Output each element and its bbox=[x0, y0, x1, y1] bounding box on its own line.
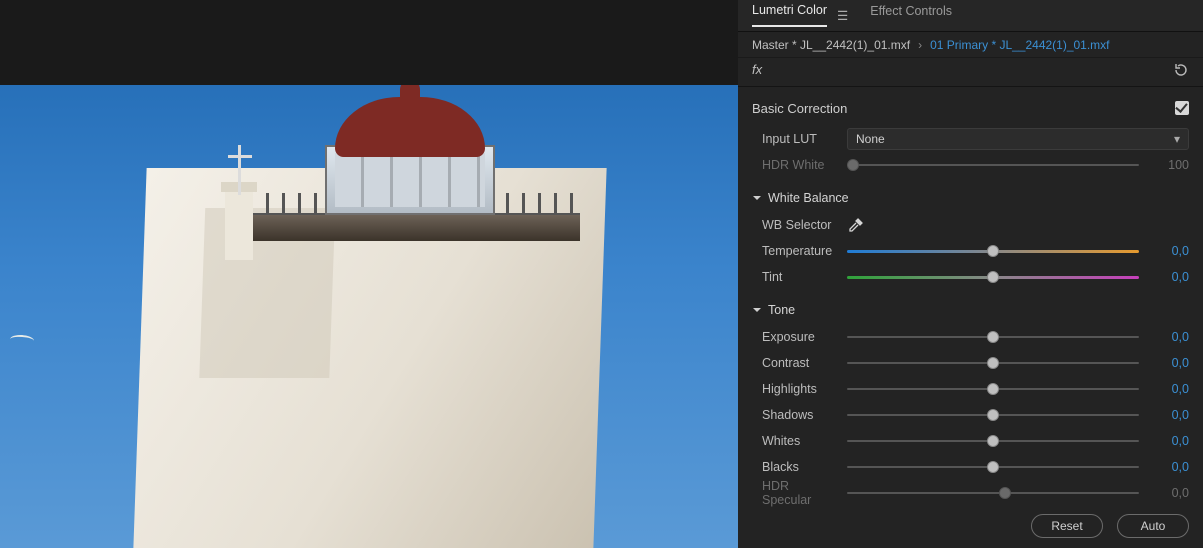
exposure-slider[interactable] bbox=[847, 328, 1139, 346]
reset-button[interactable]: Reset bbox=[1031, 514, 1103, 538]
disclosure-down-icon bbox=[752, 305, 762, 315]
hdrwhite-slider bbox=[847, 156, 1139, 174]
group-white-balance[interactable]: White Balance bbox=[752, 184, 1189, 212]
blacks-label: Blacks bbox=[752, 460, 837, 474]
disclosure-down-icon bbox=[752, 193, 762, 203]
section-basic-correction[interactable]: Basic Correction bbox=[752, 101, 847, 116]
reset-effect-icon[interactable] bbox=[1173, 62, 1189, 78]
fx-badge[interactable]: fx bbox=[752, 62, 762, 77]
inputlut-label: Input LUT bbox=[752, 132, 837, 146]
eyedropper-icon[interactable] bbox=[847, 216, 865, 234]
breadcrumb-master[interactable]: Master * JL__2442(1)_01.mxf bbox=[752, 38, 910, 52]
program-monitor bbox=[0, 0, 738, 548]
hdrwhite-value: 100 bbox=[1149, 158, 1189, 172]
tint-label: Tint bbox=[752, 270, 837, 284]
shadows-slider[interactable] bbox=[847, 406, 1139, 424]
temperature-slider[interactable] bbox=[847, 242, 1139, 260]
shadows-label: Shadows bbox=[752, 408, 837, 422]
exposure-value[interactable]: 0,0 bbox=[1149, 330, 1189, 344]
whites-value[interactable]: 0,0 bbox=[1149, 434, 1189, 448]
shadows-value[interactable]: 0,0 bbox=[1149, 408, 1189, 422]
auto-button[interactable]: Auto bbox=[1117, 514, 1189, 538]
hdrspecular-slider bbox=[847, 484, 1139, 502]
breadcrumb-clip[interactable]: 01 Primary * JL__2442(1)_01.mxf bbox=[930, 38, 1109, 52]
inputlut-value: None bbox=[856, 132, 885, 146]
hdrspecular-value: 0,0 bbox=[1149, 486, 1189, 500]
wbselector-label: WB Selector bbox=[752, 218, 837, 232]
clip-breadcrumb: Master * JL__2442(1)_01.mxf › 01 Primary… bbox=[738, 32, 1203, 58]
chevron-right-icon: › bbox=[918, 38, 922, 52]
tint-slider[interactable] bbox=[847, 268, 1139, 286]
contrast-value[interactable]: 0,0 bbox=[1149, 356, 1189, 370]
preview-image bbox=[0, 85, 738, 548]
contrast-label: Contrast bbox=[752, 356, 837, 370]
highlights-value[interactable]: 0,0 bbox=[1149, 382, 1189, 396]
exposure-label: Exposure bbox=[752, 330, 837, 344]
temperature-value[interactable]: 0,0 bbox=[1149, 244, 1189, 258]
tab-lumetri-color[interactable]: Lumetri Color bbox=[752, 3, 827, 27]
inputlut-dropdown[interactable]: None ▾ bbox=[847, 128, 1189, 150]
blacks-slider[interactable] bbox=[847, 458, 1139, 476]
hdrspecular-label: HDR Specular bbox=[752, 479, 837, 507]
whites-label: Whites bbox=[752, 434, 837, 448]
panel-tabs: Lumetri Color ☰ Effect Controls bbox=[738, 0, 1203, 32]
highlights-label: Highlights bbox=[752, 382, 837, 396]
chevron-down-icon: ▾ bbox=[1174, 132, 1180, 146]
whites-slider[interactable] bbox=[847, 432, 1139, 450]
blacks-value[interactable]: 0,0 bbox=[1149, 460, 1189, 474]
tab-effect-controls[interactable]: Effect Controls bbox=[870, 4, 952, 26]
tint-value[interactable]: 0,0 bbox=[1149, 270, 1189, 284]
basic-correction-toggle[interactable] bbox=[1175, 101, 1189, 115]
hdrwhite-label: HDR White bbox=[752, 158, 837, 172]
lumetri-panel: Lumetri Color ☰ Effect Controls Master *… bbox=[738, 0, 1203, 548]
temperature-label: Temperature bbox=[752, 244, 837, 258]
group-tone[interactable]: Tone bbox=[752, 296, 1189, 324]
contrast-slider[interactable] bbox=[847, 354, 1139, 372]
panel-menu-icon[interactable]: ☰ bbox=[837, 8, 848, 23]
preview-letterbox bbox=[0, 0, 738, 85]
highlights-slider[interactable] bbox=[847, 380, 1139, 398]
